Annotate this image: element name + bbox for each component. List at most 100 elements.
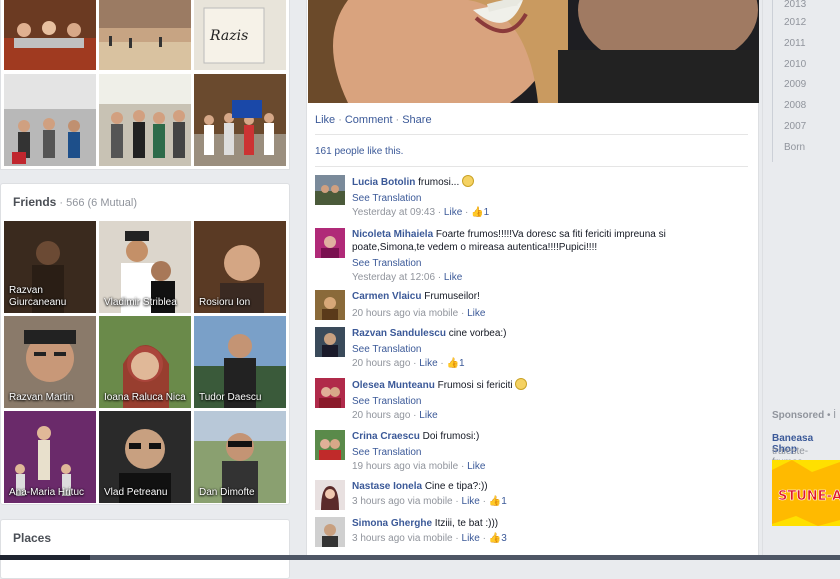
comment-author[interactable]: Lucia Botolin: [352, 177, 415, 188]
see-translation-link[interactable]: See Translation: [352, 395, 692, 408]
comment-author[interactable]: Simona Gherghe: [352, 518, 432, 529]
divider: [315, 166, 748, 167]
see-translation-link[interactable]: See Translation: [352, 257, 692, 270]
comment-like-link[interactable]: Like: [467, 308, 485, 319]
friend-tile[interactable]: Razvan Martin: [4, 316, 96, 408]
see-translation-link[interactable]: See Translation: [352, 446, 692, 459]
comment-text: cine vorbea:): [448, 328, 507, 339]
comment-author[interactable]: Nicoleta Mihaiela: [352, 229, 433, 240]
year-link[interactable]: Born: [773, 141, 832, 162]
friend-name: Razvan Martin: [9, 392, 74, 403]
comment-time: 20 hours ago: [352, 410, 411, 421]
comment-text: Frumuseilor!: [424, 291, 480, 302]
friend-name: Tudor Daescu: [199, 392, 262, 403]
friend-name: Ioana Raluca Nica: [104, 392, 186, 403]
year-link[interactable]: 2011: [773, 37, 832, 58]
thumb-icon: 👍: [471, 207, 484, 218]
friend-tile[interactable]: Ioana Raluca Nica: [99, 316, 191, 408]
comment-time: 3 hours ago via mobile: [352, 533, 453, 544]
friend-tile[interactable]: Rosioru Ion: [194, 221, 286, 313]
comment-text: frumosi...: [418, 177, 460, 188]
comment-text: Frumosi si fericiti: [437, 380, 513, 391]
comment-text: Doi frumosi:): [422, 431, 480, 442]
comment-like-link[interactable]: Like: [462, 496, 480, 507]
comment-author[interactable]: Olesea Munteanu: [352, 380, 435, 391]
friend-name: Vladimir Striblea: [104, 297, 177, 308]
comment-author[interactable]: Crina Craescu: [352, 431, 420, 442]
friend-tile[interactable]: Razvan Giurcaneanu: [4, 221, 96, 313]
friend-name: Vlad Petreanu: [104, 487, 168, 498]
see-translation-link[interactable]: See Translation: [352, 343, 692, 356]
year-link[interactable]: 2008: [773, 99, 832, 120]
comment-time: Yesterday at 12:06: [352, 272, 436, 283]
comment-text: Itziii, te bat :))): [434, 518, 499, 529]
bottom-bar: [0, 555, 840, 560]
smiley-icon: [462, 175, 475, 187]
thumb-icon: 👍: [488, 496, 502, 507]
comment-like-link[interactable]: Like: [467, 461, 485, 472]
commenter-avatar[interactable]: [315, 430, 345, 460]
friend-tile[interactable]: Vlad Petreanu: [99, 411, 191, 503]
year-link[interactable]: 2013: [773, 0, 832, 16]
photo-thumb[interactable]: [4, 0, 96, 70]
post-photo[interactable]: [308, 0, 759, 103]
commenter-avatar[interactable]: [315, 228, 345, 258]
comment-like-link[interactable]: Like: [419, 410, 437, 421]
timeline-years: 2013 2012 2011 2010 2009 2008 2007 Born: [772, 0, 832, 162]
commenter-avatar[interactable]: [315, 378, 345, 408]
comment-time: 20 hours ago: [352, 358, 411, 369]
commenter-avatar[interactable]: [315, 517, 345, 547]
friends-title[interactable]: Friends · 566 (6 Mutual): [13, 195, 137, 209]
photo-thumb[interactable]: Razis: [194, 0, 286, 70]
comment-text: Cine e tipa?:)): [424, 481, 488, 492]
ad-image[interactable]: STUNE-A: [772, 460, 840, 526]
friend-tile[interactable]: Ana-Maria Hrituc: [4, 411, 96, 503]
commenter-avatar[interactable]: [315, 290, 345, 320]
like-link[interactable]: Like: [315, 114, 335, 126]
friend-name: Ana-Maria Hrituc: [9, 487, 85, 498]
friend-tile[interactable]: Tudor Daescu: [194, 316, 286, 408]
comment-time: Yesterday at 09:43: [352, 207, 436, 218]
comment-like-link[interactable]: Like: [462, 533, 480, 544]
commenter-avatar[interactable]: [315, 480, 345, 510]
comment-meta: 20 hours ago · Like · 👍1: [352, 358, 465, 369]
commenter-avatar[interactable]: [315, 327, 345, 357]
see-translation-link[interactable]: See Translation: [352, 192, 692, 205]
photo-thumb[interactable]: [4, 74, 96, 166]
comment-author[interactable]: Razvan Sandulescu: [352, 328, 446, 339]
photo-thumb[interactable]: [99, 0, 191, 70]
year-link[interactable]: 2010: [773, 58, 832, 79]
friend-tile[interactable]: Vladimir Striblea: [99, 221, 191, 313]
comment-author[interactable]: Nastase Ionela: [352, 481, 422, 492]
places-title[interactable]: Places: [13, 531, 51, 545]
friend-name: Razvan Giurcaneanu: [9, 285, 67, 308]
comment-time: 3 hours ago via mobile: [352, 496, 453, 507]
comment-time: 20 hours ago via mobile: [352, 308, 459, 319]
comment-link[interactable]: Comment: [345, 114, 393, 126]
comment-author[interactable]: Carmen Vlaicu: [352, 291, 421, 302]
svg-text:Razis: Razis: [209, 28, 248, 44]
ad-image-text: STUNE-A: [778, 489, 840, 504]
year-link[interactable]: 2012: [773, 16, 832, 37]
comment-meta: 20 hours ago · Like: [352, 410, 438, 421]
sponsored-suffix: • İ: [827, 410, 837, 421]
friend-name: Dan Dimofte: [199, 487, 255, 498]
likes-count[interactable]: 161 people like this.: [315, 146, 403, 157]
divider: [315, 134, 748, 135]
year-link[interactable]: 2007: [773, 120, 832, 141]
friends-count: · 566 (6 Mutual): [59, 197, 138, 209]
friend-name: Rosioru Ion: [199, 297, 251, 308]
comment-like-link[interactable]: Like: [444, 272, 462, 283]
friend-tile[interactable]: Dan Dimofte: [194, 411, 286, 503]
comment-meta: 3 hours ago via mobile · Like · 👍3: [352, 533, 507, 544]
photo-thumb[interactable]: [194, 74, 286, 166]
comment-like-link[interactable]: Like: [444, 207, 462, 218]
post-actions: Like · Comment · Share: [315, 114, 432, 126]
comment-like-link[interactable]: Like: [419, 358, 437, 369]
year-link[interactable]: 2009: [773, 78, 832, 99]
bottom-tab[interactable]: [0, 555, 90, 560]
commenter-avatar[interactable]: [315, 175, 345, 205]
share-link[interactable]: Share: [402, 114, 431, 126]
thumb-icon: 👍: [446, 358, 459, 369]
photo-thumb[interactable]: [99, 74, 191, 166]
